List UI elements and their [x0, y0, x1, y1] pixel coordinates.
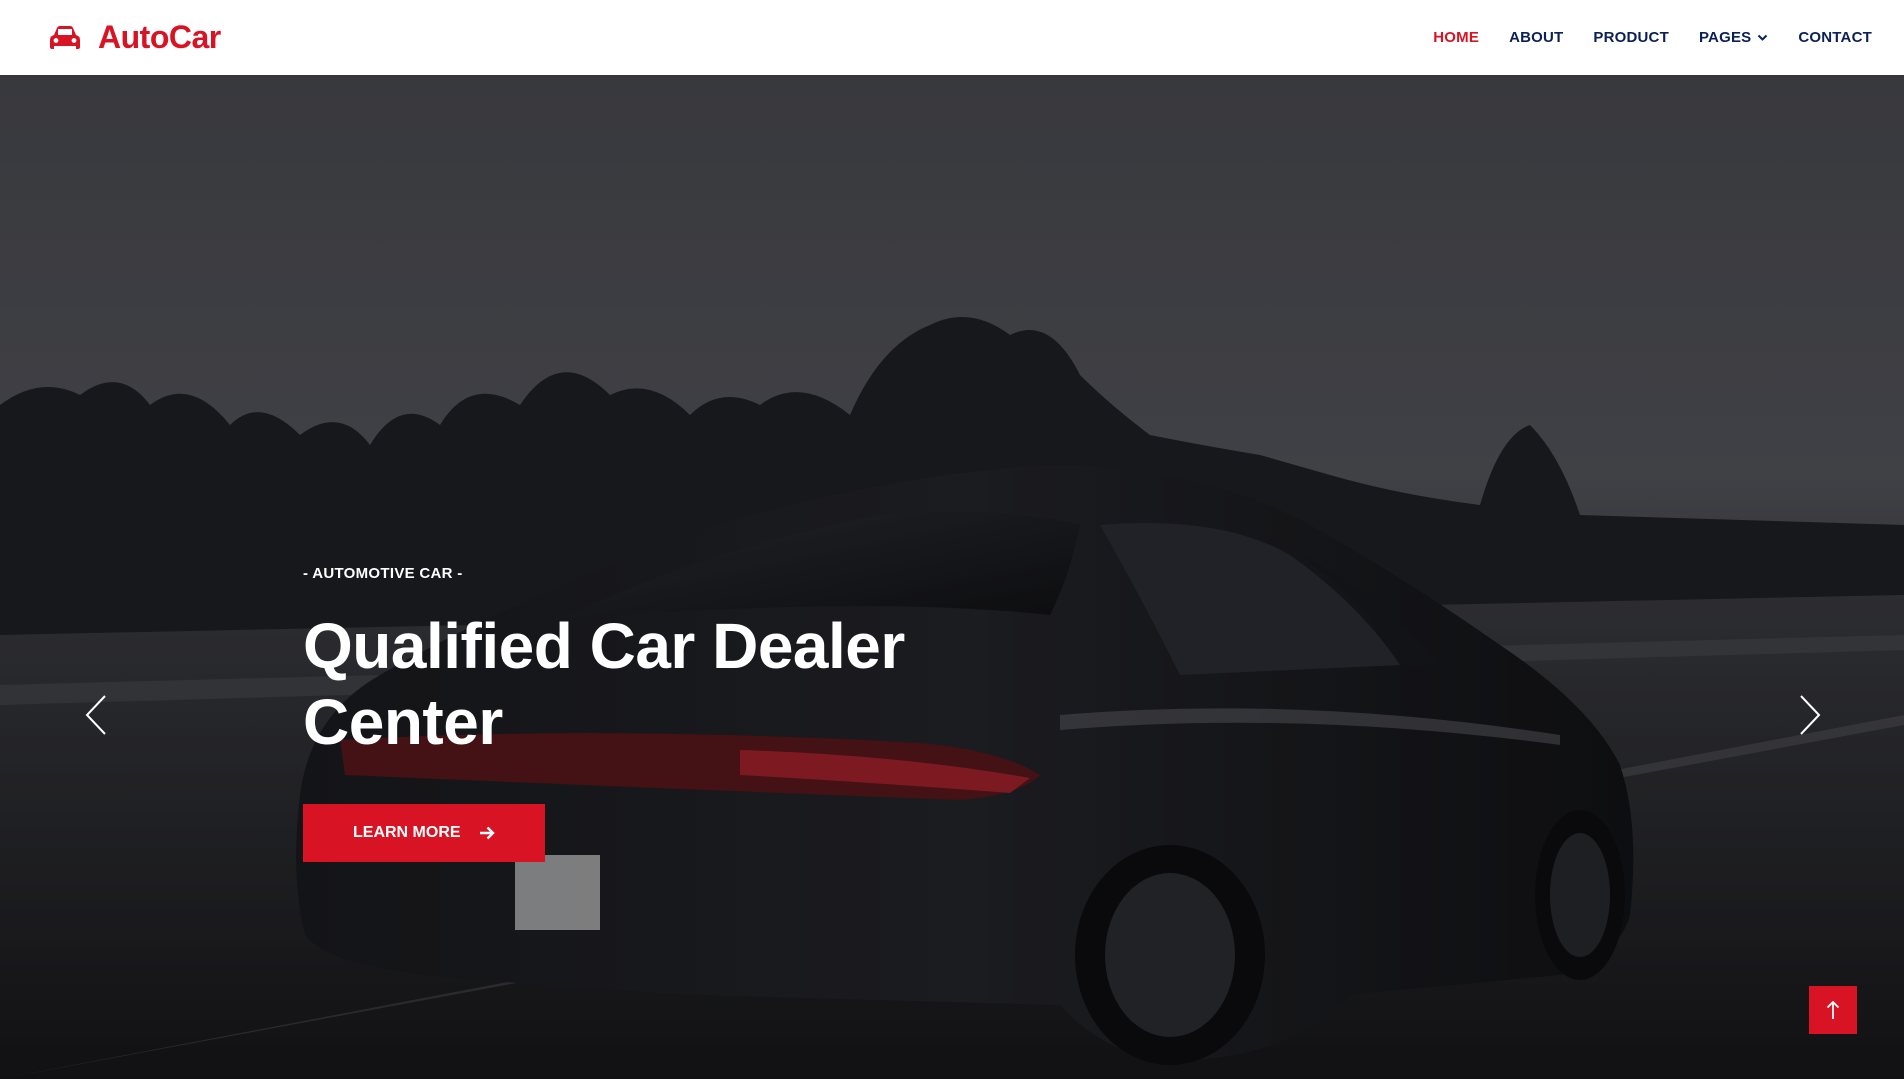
nav-item-contact[interactable]: CONTACT — [1798, 0, 1872, 75]
navbar: AutoCar HOME ABOUT PRODUCT PAGES CONTACT — [0, 0, 1904, 75]
hero-eyebrow: - AUTOMOTIVE CAR - — [303, 565, 463, 582]
brand-logo[interactable]: AutoCar — [48, 19, 221, 56]
chevron-left-icon — [85, 695, 106, 735]
nav-item-pages[interactable]: PAGES — [1699, 0, 1768, 75]
nav-item-label: PAGES — [1698, 29, 1752, 46]
arrow-up-icon — [1826, 1000, 1840, 1019]
nav-item-about[interactable]: ABOUT — [1509, 0, 1563, 75]
brand-name: AutoCar — [98, 19, 221, 55]
learn-more-label: LEARN MORE — [353, 824, 461, 841]
nav-item-product[interactable]: PRODUCT — [1593, 0, 1669, 75]
nav-item-label: ABOUT — [1509, 29, 1564, 46]
nav-item-label: CONTACT — [1798, 29, 1872, 46]
hero-carousel: - AUTOMOTIVE CAR - Qualified Car Dealer … — [0, 75, 1904, 1079]
chevron-down-icon — [1758, 34, 1768, 41]
hero-headline: Qualified Car Dealer Center — [303, 610, 905, 758]
chevron-right-icon — [1800, 695, 1821, 735]
arrow-right-icon — [479, 826, 495, 840]
nav-item-label: HOME — [1433, 29, 1480, 46]
carousel-prev-button[interactable] — [76, 685, 116, 745]
carousel-next-button[interactable] — [1790, 685, 1830, 745]
nav-item-label: PRODUCT — [1593, 29, 1669, 46]
learn-more-button[interactable]: LEARN MORE — [303, 804, 545, 862]
car-icon — [50, 25, 80, 49]
hero-caption: - AUTOMOTIVE CAR - Qualified Car Dealer … — [303, 565, 1003, 862]
back-to-top-button[interactable] — [1809, 986, 1857, 1034]
nav-menu: HOME ABOUT PRODUCT PAGES CONTACT — [1403, 0, 1872, 75]
nav-item-home[interactable]: HOME — [1433, 0, 1479, 75]
